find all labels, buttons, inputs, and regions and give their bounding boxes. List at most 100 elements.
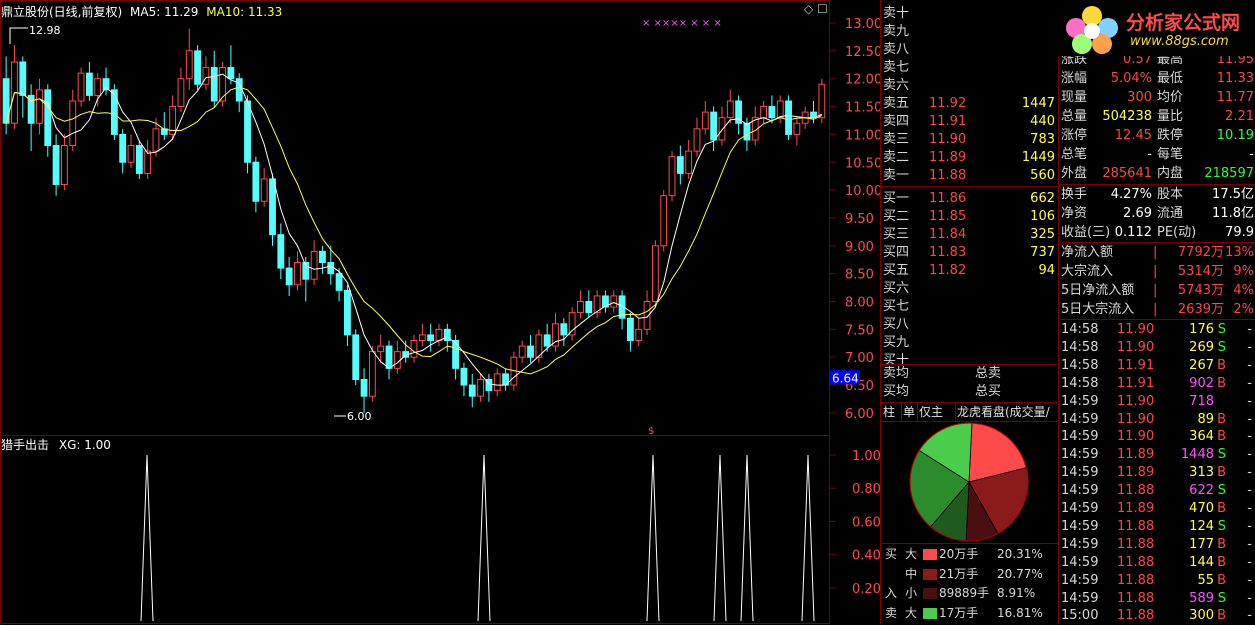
candle-body: [693, 128, 701, 152]
tick-volume: 1448: [1180, 447, 1214, 463]
book-row: 买五 11.82 94: [883, 261, 1057, 280]
indicator-tick-label: 0.40: [852, 549, 880, 564]
candle-body: [793, 122, 801, 135]
book-price: 11.85: [929, 209, 967, 224]
book-row: 买八: [883, 315, 1057, 334]
book-row: 卖八: [883, 40, 1057, 59]
pie-size-label: 中: [905, 566, 918, 581]
tick-side: B: [1217, 465, 1226, 481]
book-row: 买大 20万手 20.31%: [883, 545, 1057, 564]
book-level-label: 买六: [883, 281, 910, 296]
signal-marks: × ×××× × × ×: [642, 18, 722, 29]
quote-row: 14:59 11.88 589 S -: [1061, 589, 1254, 608]
book-volume: 94: [1038, 263, 1055, 278]
candle-body: [410, 339, 418, 358]
tick-dash: -: [1247, 375, 1252, 391]
tick-side: S: [1217, 339, 1226, 355]
tick-dash: -: [1247, 608, 1252, 624]
book-level-label: 卖七: [883, 60, 910, 75]
book-level-label: 卖一: [883, 168, 910, 183]
quote-row: 14:59 11.88 622 S -: [1061, 481, 1254, 500]
tab-0[interactable]: 柱: [881, 403, 902, 421]
tick-side: S: [1217, 590, 1226, 606]
tick-price: 11.88: [1117, 572, 1155, 588]
total-sell-label: 总卖: [975, 366, 1002, 381]
book-level-label: 卖九: [883, 24, 910, 39]
price-tick-label: 12.00: [845, 73, 880, 88]
tick-price: 11.91: [1117, 375, 1155, 391]
candle-body: [651, 245, 659, 303]
quote-row: 涨幅 5.04% 最低 11.33: [1061, 69, 1254, 88]
chart-background: [0, 0, 880, 624]
quote-value: 10.19: [1216, 128, 1254, 143]
kline-chart[interactable]: 13.00 12.50 12.00 11.50 11.00 10.50 10.00 9.50 9…: [0, 0, 880, 624]
price-tick-label: 9.00: [845, 240, 874, 255]
stat-label: 流通: [1157, 206, 1184, 221]
candle-body: [460, 367, 468, 386]
book-row: 卖大 17万手 16.81%: [883, 604, 1057, 623]
book-price: 11.84: [929, 227, 967, 242]
candle-body: [110, 89, 118, 135]
quote-label: 量比: [1157, 109, 1184, 124]
ma10-value: MA10: 11.33: [206, 5, 283, 19]
tick-dash: -: [1247, 465, 1252, 481]
book-row: 中 21万手 20.77%: [883, 565, 1057, 584]
quote-row: 14:59 11.88 124 S -: [1061, 517, 1254, 536]
quote-row: 总量 504238 量比 2.21: [1061, 107, 1254, 126]
candle-body: [527, 345, 534, 358]
flow-bar: |: [1153, 264, 1158, 279]
lower-indicator-header: 猎手出击 XG: 1.00: [1, 436, 111, 453]
pie-volume: 21万手: [939, 566, 979, 581]
quote-value: 5.04%: [1110, 71, 1152, 86]
quote-label: 跌停: [1157, 128, 1184, 143]
candle-body: [743, 122, 751, 141]
indicator-tick-label: 0.80: [852, 482, 880, 497]
tab-3[interactable]: 龙虎看盘(成交量/按: [955, 403, 1060, 421]
tick-side: B: [1217, 411, 1226, 427]
quote-row: 14:59 11.88 55 B -: [1061, 571, 1254, 590]
tick-volume: 718: [1189, 393, 1214, 409]
candle-body: [543, 334, 551, 347]
tick-price: 11.90: [1117, 322, 1155, 337]
candle-body: [818, 83, 826, 119]
order-book-panel: 卖十 卖九 卖八 卖七 卖六 卖五 11.92 1447 卖四 11.91 440 卖三 11.90 78…: [880, 0, 1060, 624]
quote-row: 大宗流入 | 5314万 9%: [1061, 262, 1254, 281]
book-level-label: 卖二: [883, 150, 910, 165]
quote-row: 14:59 11.89 1448 S -: [1061, 445, 1254, 464]
divider: [881, 186, 1059, 187]
tick-time: 14:58: [1061, 375, 1099, 391]
chart-options-icons[interactable]: ◇ ☐: [804, 2, 828, 16]
pie-swatch: [923, 588, 937, 599]
book-volume: 440: [1030, 114, 1055, 129]
tick-dash: -: [1247, 393, 1252, 409]
tick-time: 14:58: [1061, 339, 1099, 355]
candle-body: [768, 106, 776, 119]
tab-2[interactable]: 仅主动: [917, 403, 956, 421]
pie-percent: 16.81%: [997, 605, 1043, 620]
flow-percent: 4%: [1233, 283, 1254, 298]
tick-time: 14:59: [1061, 393, 1099, 409]
candle-body: [119, 133, 127, 163]
tick-time: 14:59: [1061, 590, 1099, 606]
candle-body: [227, 67, 235, 80]
flow-bar: |: [1153, 245, 1158, 260]
quote-row: 14:59 11.90 364 B -: [1061, 427, 1254, 446]
price-tick-label: 8.50: [845, 268, 874, 283]
quote-value: 12.45: [1114, 128, 1152, 143]
book-row: 买二 11.85 106: [883, 207, 1057, 226]
book-level-label: 买八: [883, 317, 910, 332]
book-row: 买均 总买: [883, 382, 1057, 401]
total-buy-label: 总买: [975, 384, 1002, 399]
avg-sell-label: 卖均: [883, 366, 910, 381]
tick-dash: -: [1247, 518, 1252, 534]
logo-url[interactable]: www.88gs.com: [1130, 34, 1229, 49]
indicator-tick-label: 0.20: [852, 582, 880, 597]
tick-dash: -: [1247, 536, 1252, 552]
candle-body: [360, 378, 368, 397]
tick-time: 14:59: [1061, 465, 1099, 481]
tab-1[interactable]: 单: [901, 403, 918, 421]
current-price-text: 6.64: [832, 371, 859, 385]
tick-side: S: [1217, 518, 1226, 534]
flow-value: 2639万: [1177, 302, 1224, 317]
candle-body: [393, 351, 401, 369]
